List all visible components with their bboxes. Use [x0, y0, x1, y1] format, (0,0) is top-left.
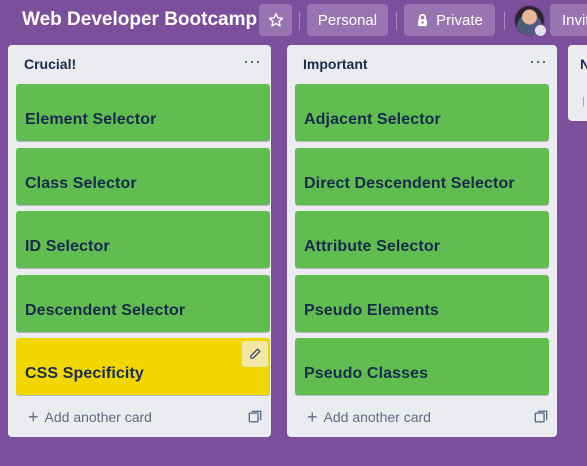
team-visibility-button[interactable]: Personal	[307, 4, 388, 36]
list-menu-button[interactable]: ···	[243, 51, 261, 72]
star-board-button[interactable]	[259, 4, 292, 36]
privacy-button[interactable]: Private	[404, 4, 495, 36]
list-content-stub	[583, 97, 584, 106]
list-important: Important ··· Adjacent Selector Direct D…	[287, 45, 557, 437]
list-title[interactable]: Important	[303, 56, 368, 72]
card-title: Pseudo Classes	[304, 365, 429, 382]
star-icon	[268, 13, 283, 27]
card-title: ID Selector	[25, 238, 110, 255]
edit-card-button[interactable]	[242, 341, 268, 367]
card-title: Descendent Selector	[25, 302, 186, 319]
header-divider	[504, 12, 505, 30]
ellipsis-icon: ···	[529, 51, 547, 71]
add-card-label: Add another card	[44, 409, 152, 425]
plus-icon: +	[307, 407, 318, 427]
add-card-label: Add another card	[323, 409, 431, 425]
card[interactable]: Attribute Selector	[295, 211, 549, 268]
add-card-button[interactable]: + Add another card	[307, 407, 431, 427]
pencil-icon	[250, 348, 261, 359]
card[interactable]: Pseudo Classes	[295, 338, 549, 395]
personal-label: Personal	[317, 11, 378, 29]
card-title: Direct Descendent Selector	[304, 175, 515, 192]
card[interactable]: Descendent Selector	[16, 275, 270, 332]
list-crucial: Crucial! ··· Element Selector Class Sele…	[8, 45, 271, 437]
list-partial: N	[568, 45, 587, 121]
card-title: Class Selector	[25, 175, 137, 192]
header-divider	[299, 12, 300, 30]
card[interactable]: Class Selector	[16, 148, 270, 205]
card-template-icon[interactable]	[248, 410, 262, 424]
list-menu-button[interactable]: ···	[529, 51, 547, 72]
admin-badge	[534, 24, 547, 37]
header-divider	[396, 12, 397, 30]
card-template-icon[interactable]	[534, 410, 548, 424]
card-title: Element Selector	[25, 111, 157, 128]
add-card-button[interactable]: + Add another card	[28, 407, 152, 427]
card[interactable]: Pseudo Elements	[295, 275, 549, 332]
invite-label: Invite	[562, 11, 587, 29]
list-title[interactable]: Crucial!	[24, 56, 76, 72]
board-title[interactable]: Web Developer Bootcamp	[22, 9, 257, 31]
card-title: Pseudo Elements	[304, 302, 439, 319]
card[interactable]: Direct Descendent Selector	[295, 148, 549, 205]
plus-icon: +	[28, 407, 39, 427]
card-title: CSS Specificity	[25, 365, 144, 382]
list-title[interactable]: N	[580, 56, 587, 72]
card[interactable]: ID Selector	[16, 211, 270, 268]
invite-button[interactable]: Invite	[550, 4, 587, 36]
ellipsis-icon: ···	[243, 51, 261, 71]
card[interactable]: CSS Specificity	[16, 338, 270, 395]
card[interactable]: Adjacent Selector	[295, 84, 549, 141]
card[interactable]: Element Selector	[16, 84, 270, 141]
private-label: Private	[436, 11, 483, 29]
lock-icon	[418, 13, 428, 27]
card-title: Adjacent Selector	[304, 111, 441, 128]
card-title: Attribute Selector	[304, 238, 441, 255]
board-header: Web Developer Bootcamp Personal Private …	[0, 0, 587, 42]
